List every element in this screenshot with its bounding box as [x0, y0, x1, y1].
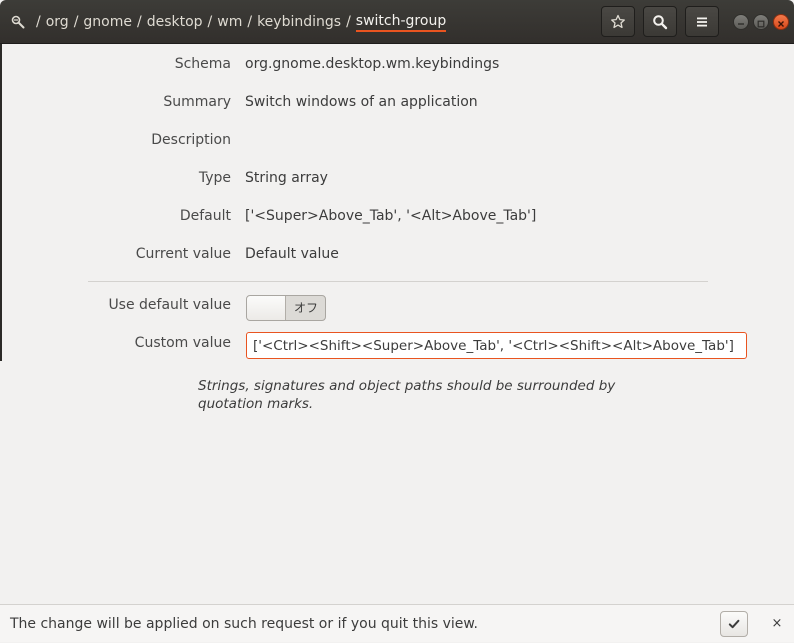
dismiss-button[interactable]: × [768, 614, 786, 634]
dconf-editor-window: / org / gnome / desktop / wm / keybindin… [0, 0, 794, 642]
maximize-window-button[interactable] [753, 14, 769, 30]
window-edge [0, 44, 2, 361]
search-button[interactable] [643, 6, 677, 37]
breadcrumb-switch-group[interactable]: switch-group [355, 13, 447, 32]
menu-button[interactable] [685, 6, 719, 37]
maximize-icon [757, 13, 765, 32]
quotation-hint: Strings, signatures and object paths sho… [198, 378, 616, 412]
custom-value-label: Custom value [134, 335, 231, 351]
default-value: ['<Super>Above_Tab', '<Alt>Above_Tab'] [245, 208, 537, 224]
search-icon [652, 14, 668, 30]
current-value-label: Current value [135, 246, 231, 262]
close-icon [777, 13, 785, 32]
custom-value-input[interactable] [246, 332, 747, 359]
breadcrumb: / org / gnome / desktop / wm / keybindin… [10, 0, 447, 44]
minimize-icon [737, 13, 745, 32]
summary-label: Summary [163, 94, 231, 110]
breadcrumb-desktop[interactable]: desktop [147, 14, 203, 30]
breadcrumb-wm[interactable]: wm [217, 14, 242, 30]
breadcrumb-keybindings[interactable]: keybindings [257, 14, 341, 30]
dconf-editor-icon[interactable] [10, 14, 26, 30]
path-separator: / [36, 14, 41, 30]
minimize-window-button[interactable] [733, 14, 749, 30]
pending-change-message: The change will be applied on such reque… [10, 616, 479, 632]
summary-value: Switch windows of an application [245, 94, 478, 110]
current-value: Default value [245, 246, 339, 262]
path-separator: / [346, 14, 351, 30]
path-separator: / [247, 14, 253, 30]
type-value: String array [245, 170, 328, 186]
apply-button[interactable] [720, 611, 748, 637]
path-separator: / [73, 14, 79, 30]
use-default-label: Use default value [108, 297, 231, 313]
path-separator: / [207, 14, 213, 30]
description-label: Description [151, 132, 231, 148]
header-bar: / org / gnome / desktop / wm / keybindin… [0, 0, 794, 44]
schema-label: Schema [174, 56, 231, 72]
use-default-switch[interactable]: オフ [246, 295, 326, 321]
breadcrumb-gnome[interactable]: gnome [83, 14, 132, 30]
bookmark-button[interactable] [601, 6, 635, 37]
switch-state-label: オフ [293, 301, 318, 315]
star-icon [610, 14, 626, 30]
path-separator: / [136, 14, 142, 30]
divider [88, 281, 708, 282]
type-label: Type [198, 170, 231, 186]
checkmark-icon [728, 615, 740, 634]
schema-value: org.gnome.desktop.wm.keybindings [245, 56, 500, 72]
close-window-button[interactable] [773, 14, 789, 30]
hamburger-menu-icon [695, 15, 709, 29]
breadcrumb-org[interactable]: org [46, 14, 69, 30]
switch-knob[interactable] [247, 296, 286, 320]
default-label: Default [179, 208, 231, 224]
pending-change-bar: The change will be applied on such reque… [0, 604, 794, 642]
